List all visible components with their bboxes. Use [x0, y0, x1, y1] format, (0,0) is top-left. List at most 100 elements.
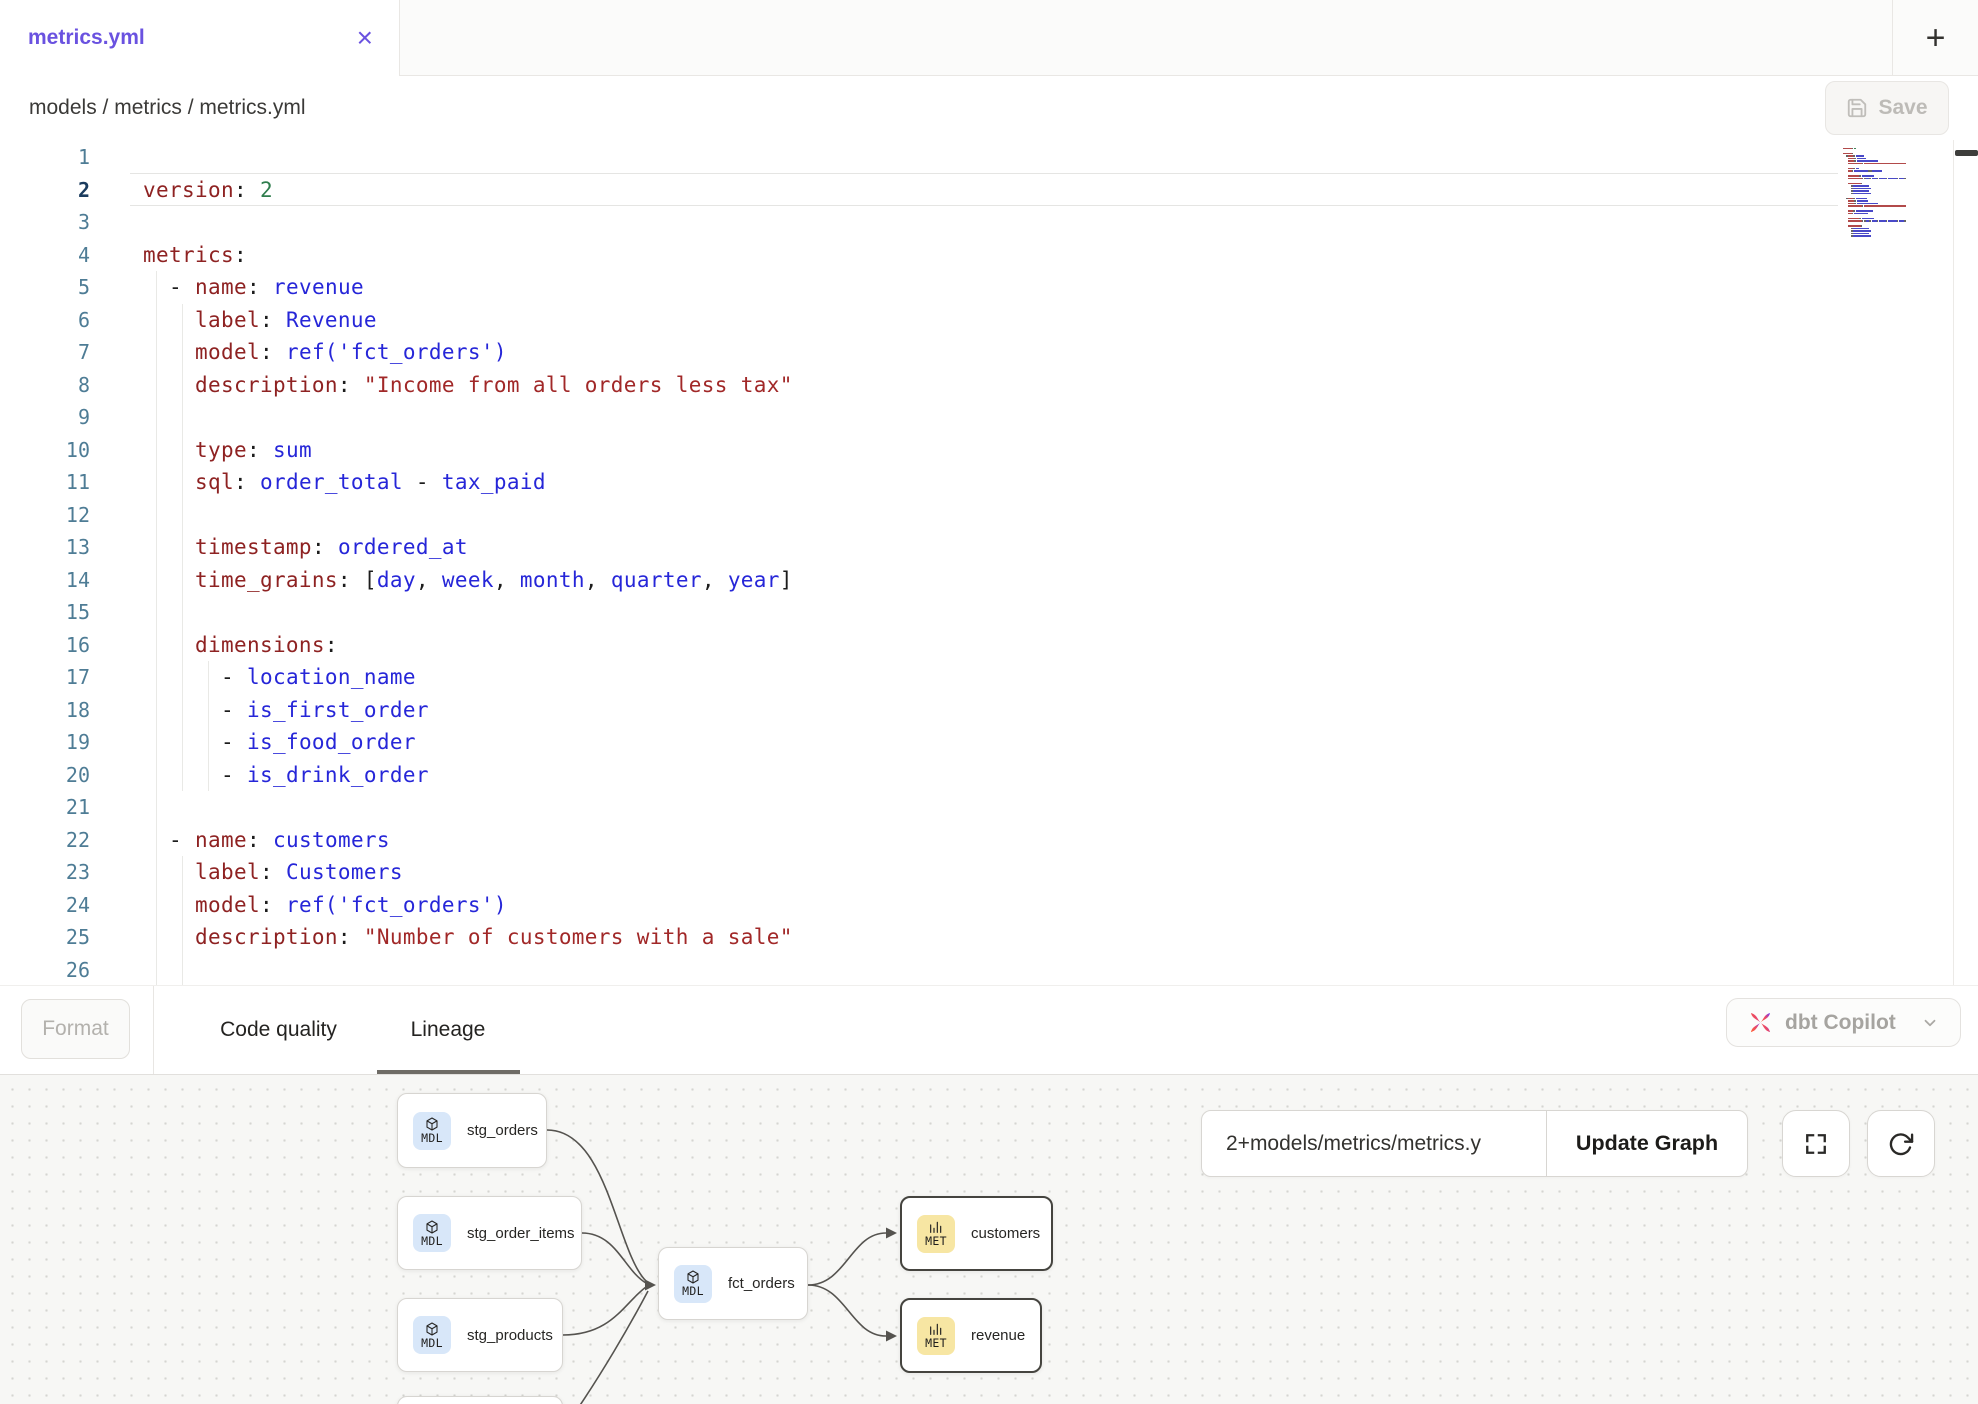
indent-guide: [156, 304, 157, 337]
active-tab-underline: [377, 1070, 520, 1074]
code-line-20[interactable]: - is_drink_order: [0, 759, 1840, 792]
metric-chart-icon: MET: [917, 1317, 955, 1355]
lineage-canvas[interactable]: MDLstg_ordersMDLstg_order_itemsMDLstg_pr…: [0, 1075, 1978, 1404]
indent-guide: [156, 401, 157, 434]
indent-guide: [208, 694, 209, 727]
code-line-15[interactable]: [0, 596, 1840, 629]
code-line-6[interactable]: label: Revenue: [0, 304, 1840, 337]
indent-guide: [182, 466, 183, 499]
edge-fct-revenue: [808, 1285, 886, 1336]
lineage-node-revenue[interactable]: METrevenue: [900, 1298, 1042, 1373]
indent-guide: [182, 304, 183, 337]
code-line-18[interactable]: - is_first_order: [0, 694, 1840, 727]
indent-guide: [156, 596, 157, 629]
graph-search-input[interactable]: [1202, 1111, 1546, 1176]
tab-label: metrics.yml: [28, 26, 145, 50]
breadcrumb[interactable]: models / metrics / metrics.yml: [29, 96, 306, 120]
tab-metrics-yml[interactable]: metrics.yml ×: [0, 0, 400, 76]
indent-guide: [208, 661, 209, 694]
indent-guide: [156, 434, 157, 467]
indent-guide: [156, 856, 157, 889]
code-line-11[interactable]: sql: order_total - tax_paid: [0, 466, 1840, 499]
code-line-14[interactable]: time_grains: [day, week, month, quarter,…: [0, 564, 1840, 597]
metric-chart-icon: MET: [917, 1215, 955, 1253]
code-line-19[interactable]: - is_food_order: [0, 726, 1840, 759]
minimap-track: [1953, 140, 1954, 985]
model-cube-icon: MDL: [413, 1316, 451, 1354]
indent-guide: [156, 889, 157, 922]
tab-code-quality[interactable]: Code quality: [211, 986, 346, 1074]
indent-guide: [156, 271, 157, 304]
indent-guide: [156, 726, 157, 759]
model-cube-icon: MDL: [674, 1265, 712, 1303]
code-line-3[interactable]: [0, 206, 1840, 239]
lineage-node-stg_orders[interactable]: MDLstg_orders: [397, 1093, 547, 1168]
fullscreen-icon: [1802, 1130, 1830, 1158]
code-line-12[interactable]: [0, 499, 1840, 532]
copilot-label: dbt Copilot: [1785, 1011, 1896, 1035]
code-line-8[interactable]: description: "Income from all orders les…: [0, 369, 1840, 402]
scrollbar-handle[interactable]: [1955, 150, 1978, 156]
indent-guide: [156, 336, 157, 369]
model-cube-icon: MDL: [413, 1214, 451, 1252]
indent-guide: [156, 921, 157, 954]
arrowhead-revenue: [886, 1331, 897, 1342]
code-line-17[interactable]: - location_name: [0, 661, 1840, 694]
code-line-26[interactable]: [0, 954, 1840, 987]
refresh-button[interactable]: [1867, 1110, 1935, 1177]
code-line-7[interactable]: model: ref('fct_orders'): [0, 336, 1840, 369]
code-line-2[interactable]: version: 2: [0, 174, 1840, 207]
code-line-10[interactable]: type: sum: [0, 434, 1840, 467]
edge-stg-order-items-fct: [582, 1233, 646, 1283]
code-line-24[interactable]: model: ref('fct_orders'): [0, 889, 1840, 922]
edge-partial-fct: [572, 1291, 648, 1404]
lineage-node-stg_products[interactable]: MDL stg_products: [397, 1298, 563, 1372]
indent-guide: [182, 856, 183, 889]
lineage-node-fct_orders[interactable]: MDLfct_orders: [658, 1247, 808, 1320]
indent-guide: [208, 726, 209, 759]
lineage-node-stg_order_items[interactable]: MDLstg_order_items: [397, 1196, 582, 1270]
fullscreen-button[interactable]: [1782, 1110, 1850, 1177]
close-icon[interactable]: ×: [357, 24, 373, 52]
indent-guide: [156, 531, 157, 564]
update-graph-button[interactable]: Update Graph: [1546, 1111, 1747, 1176]
edge-stg-products-fct: [563, 1287, 646, 1335]
format-button[interactable]: Format: [21, 999, 130, 1059]
node-label: stg_products: [467, 1327, 553, 1344]
lineage-node-partial[interactable]: [397, 1396, 563, 1404]
indent-guide: [182, 434, 183, 467]
code-line-4[interactable]: metrics:: [0, 239, 1840, 272]
code-line-16[interactable]: dimensions:: [0, 629, 1840, 662]
indent-guide: [182, 921, 183, 954]
tab-lineage[interactable]: Lineage: [398, 986, 498, 1074]
code-quality-label: Code quality: [220, 1018, 337, 1042]
bottom-toolbar: Format Code quality Lineage dbt Copilot: [0, 985, 1978, 1075]
indent-guide: [182, 531, 183, 564]
code-line-5[interactable]: - name: revenue: [0, 271, 1840, 304]
code-line-1[interactable]: [0, 141, 1840, 174]
lineage-label: Lineage: [411, 1018, 486, 1042]
indent-guide: [156, 824, 157, 857]
new-tab-button[interactable]: +: [1893, 0, 1978, 76]
code-line-22[interactable]: - name: customers: [0, 824, 1840, 857]
save-button[interactable]: Save: [1825, 81, 1949, 135]
indent-guide: [182, 726, 183, 759]
dbt-copilot-button[interactable]: dbt Copilot: [1726, 998, 1961, 1047]
indent-guide: [182, 596, 183, 629]
indent-guide: [156, 791, 157, 824]
code-editor[interactable]: 1234567891011121314151617181920212223242…: [0, 140, 1978, 985]
indent-guide: [156, 954, 157, 987]
indent-guide: [182, 369, 183, 402]
code-line-23[interactable]: label: Customers: [0, 856, 1840, 889]
code-line-25[interactable]: description: "Number of customers with a…: [0, 921, 1840, 954]
code-line-13[interactable]: timestamp: ordered_at: [0, 531, 1840, 564]
code-line-21[interactable]: [0, 791, 1840, 824]
lineage-node-customers[interactable]: METcustomers: [900, 1196, 1053, 1271]
chevron-down-icon: [1921, 1014, 1939, 1032]
indent-guide: [156, 759, 157, 792]
indent-guide: [156, 694, 157, 727]
save-label: Save: [1878, 96, 1927, 120]
indent-guide: [182, 499, 183, 532]
indent-guide: [182, 694, 183, 727]
code-line-9[interactable]: [0, 401, 1840, 434]
